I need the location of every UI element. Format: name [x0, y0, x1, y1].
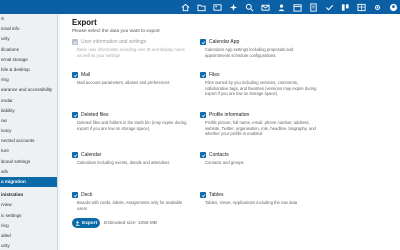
- checkbox[interactable]: [200, 192, 206, 198]
- option-label[interactable]: Deck: [81, 192, 92, 198]
- option-label[interactable]: Deleted files: [81, 112, 109, 118]
- sidebar-section-heading: inistration: [1, 192, 24, 198]
- sidebar-item[interactable]: endar: [0, 96, 57, 106]
- sidebar-item[interactable]: ails: [0, 167, 57, 177]
- check-icon: [73, 40, 77, 44]
- check-icon: [73, 73, 77, 77]
- checkbox[interactable]: [200, 152, 206, 158]
- option-description: Mail account parameters, aliases and pre…: [77, 80, 170, 85]
- check-icon: [201, 193, 205, 197]
- sidebar-item[interactable]: urity: [0, 34, 57, 44]
- page-title: Export: [72, 18, 97, 27]
- sidebar-item[interactable]: earance and accessibility: [0, 85, 57, 95]
- deck-icon[interactable]: [340, 2, 350, 12]
- mail-icon[interactable]: [260, 2, 270, 12]
- sidebar-item[interactable]: rview: [0, 200, 57, 210]
- check-icon: [73, 193, 77, 197]
- option-label[interactable]: Files: [209, 72, 220, 78]
- check-icon: [201, 73, 205, 77]
- option-label[interactable]: Tables: [209, 192, 223, 198]
- sidebar-item[interactable]: ic settings: [0, 211, 57, 221]
- search-icon[interactable]: [244, 2, 254, 12]
- checkbox[interactable]: [200, 72, 206, 78]
- check-icon: [201, 40, 205, 44]
- option-description: Deleted files and folders in the trash b…: [77, 120, 187, 131]
- image-icon[interactable]: [212, 2, 222, 12]
- export-button[interactable]: Export: [72, 218, 100, 228]
- check-icon: [73, 113, 77, 117]
- option-description: Basic user information including user ID…: [77, 47, 185, 58]
- checkbox[interactable]: [200, 112, 206, 118]
- checkbox[interactable]: [200, 39, 206, 45]
- option-description: Contacts and groups: [205, 160, 244, 165]
- sidebar-item[interactable]: ilability: [0, 106, 57, 116]
- sidebar-item[interactable]: ifications: [0, 45, 57, 55]
- option-description: Calendars App settings including proposa…: [205, 47, 294, 58]
- option-label[interactable]: Profile information: [209, 112, 249, 118]
- contacts-icon[interactable]: [276, 2, 286, 12]
- sidebar-item[interactable]: nected accounts: [0, 136, 57, 146]
- option-description: Files owned by you including versions, c…: [205, 80, 317, 97]
- user-icon[interactable]: [388, 2, 398, 12]
- option-label[interactable]: Contacts: [209, 152, 229, 158]
- checkbox[interactable]: [72, 72, 78, 78]
- check-icon: [201, 153, 205, 157]
- option-description: Boards with cards, labels, Assignments o…: [77, 200, 183, 211]
- sidebar-item[interactable]: a migration: [0, 177, 57, 188]
- option-label[interactable]: Calendar: [81, 152, 101, 158]
- checkbox: [72, 39, 78, 45]
- calendar-icon[interactable]: [292, 2, 302, 12]
- checkbox[interactable]: [72, 192, 78, 198]
- sidebar-item[interactable]: ring: [0, 221, 57, 231]
- checkbox[interactable]: [72, 152, 78, 158]
- checkbox[interactable]: [72, 112, 78, 118]
- export-button-label: Export: [82, 220, 98, 226]
- app-menu: [174, 2, 398, 12]
- sidebar-item[interactable]: ture: [0, 146, 57, 156]
- notes-icon[interactable]: [308, 2, 318, 12]
- sidebar-item[interactable]: ional info: [0, 24, 57, 34]
- files-icon[interactable]: [196, 2, 206, 12]
- upload-icon: [75, 220, 80, 226]
- option-label[interactable]: Calendar App: [209, 39, 239, 45]
- sidebar-item[interactable]: bile & desktop: [0, 65, 57, 75]
- sidebar-item[interactable]: S: [0, 14, 57, 24]
- sidebar-item[interactable]: ow: [0, 116, 57, 126]
- settings-icon[interactable]: [372, 2, 382, 12]
- sidebar-item[interactable]: ernal storage: [0, 55, 57, 65]
- top-navigation-bar: [0, 0, 400, 14]
- main-content: Export Please select the data you want t…: [60, 14, 400, 250]
- intro-text: Please select the data you want to expor…: [72, 29, 160, 34]
- tasks-icon[interactable]: [324, 2, 334, 12]
- sidebar-item[interactable]: itional settings: [0, 157, 57, 167]
- option-label[interactable]: Mail: [81, 72, 90, 78]
- check-icon: [73, 153, 77, 157]
- option-label: User information and settings: [81, 38, 147, 45]
- option-description: Calendars including events, details and …: [77, 160, 170, 165]
- estimated-size: Estimated size: 1058 MB: [104, 220, 158, 226]
- option-description: Tables, Views, Applications including th…: [205, 200, 298, 205]
- sidebar-item[interactable]: urity: [0, 241, 57, 250]
- activity-icon[interactable]: [228, 2, 238, 12]
- sidebar-item[interactable]: ring: [0, 75, 57, 85]
- tables-icon[interactable]: [356, 2, 366, 12]
- home-icon[interactable]: [180, 2, 190, 12]
- option-description: Profile picture, full name, email, phone…: [205, 120, 316, 137]
- check-icon: [201, 113, 205, 117]
- settings-sidebar: Sional info urity ifications ernal storage b…: [0, 14, 58, 250]
- sidebar-item[interactable]: ivacy: [0, 126, 57, 136]
- sidebar-item[interactable]: ailed: [0, 231, 57, 241]
